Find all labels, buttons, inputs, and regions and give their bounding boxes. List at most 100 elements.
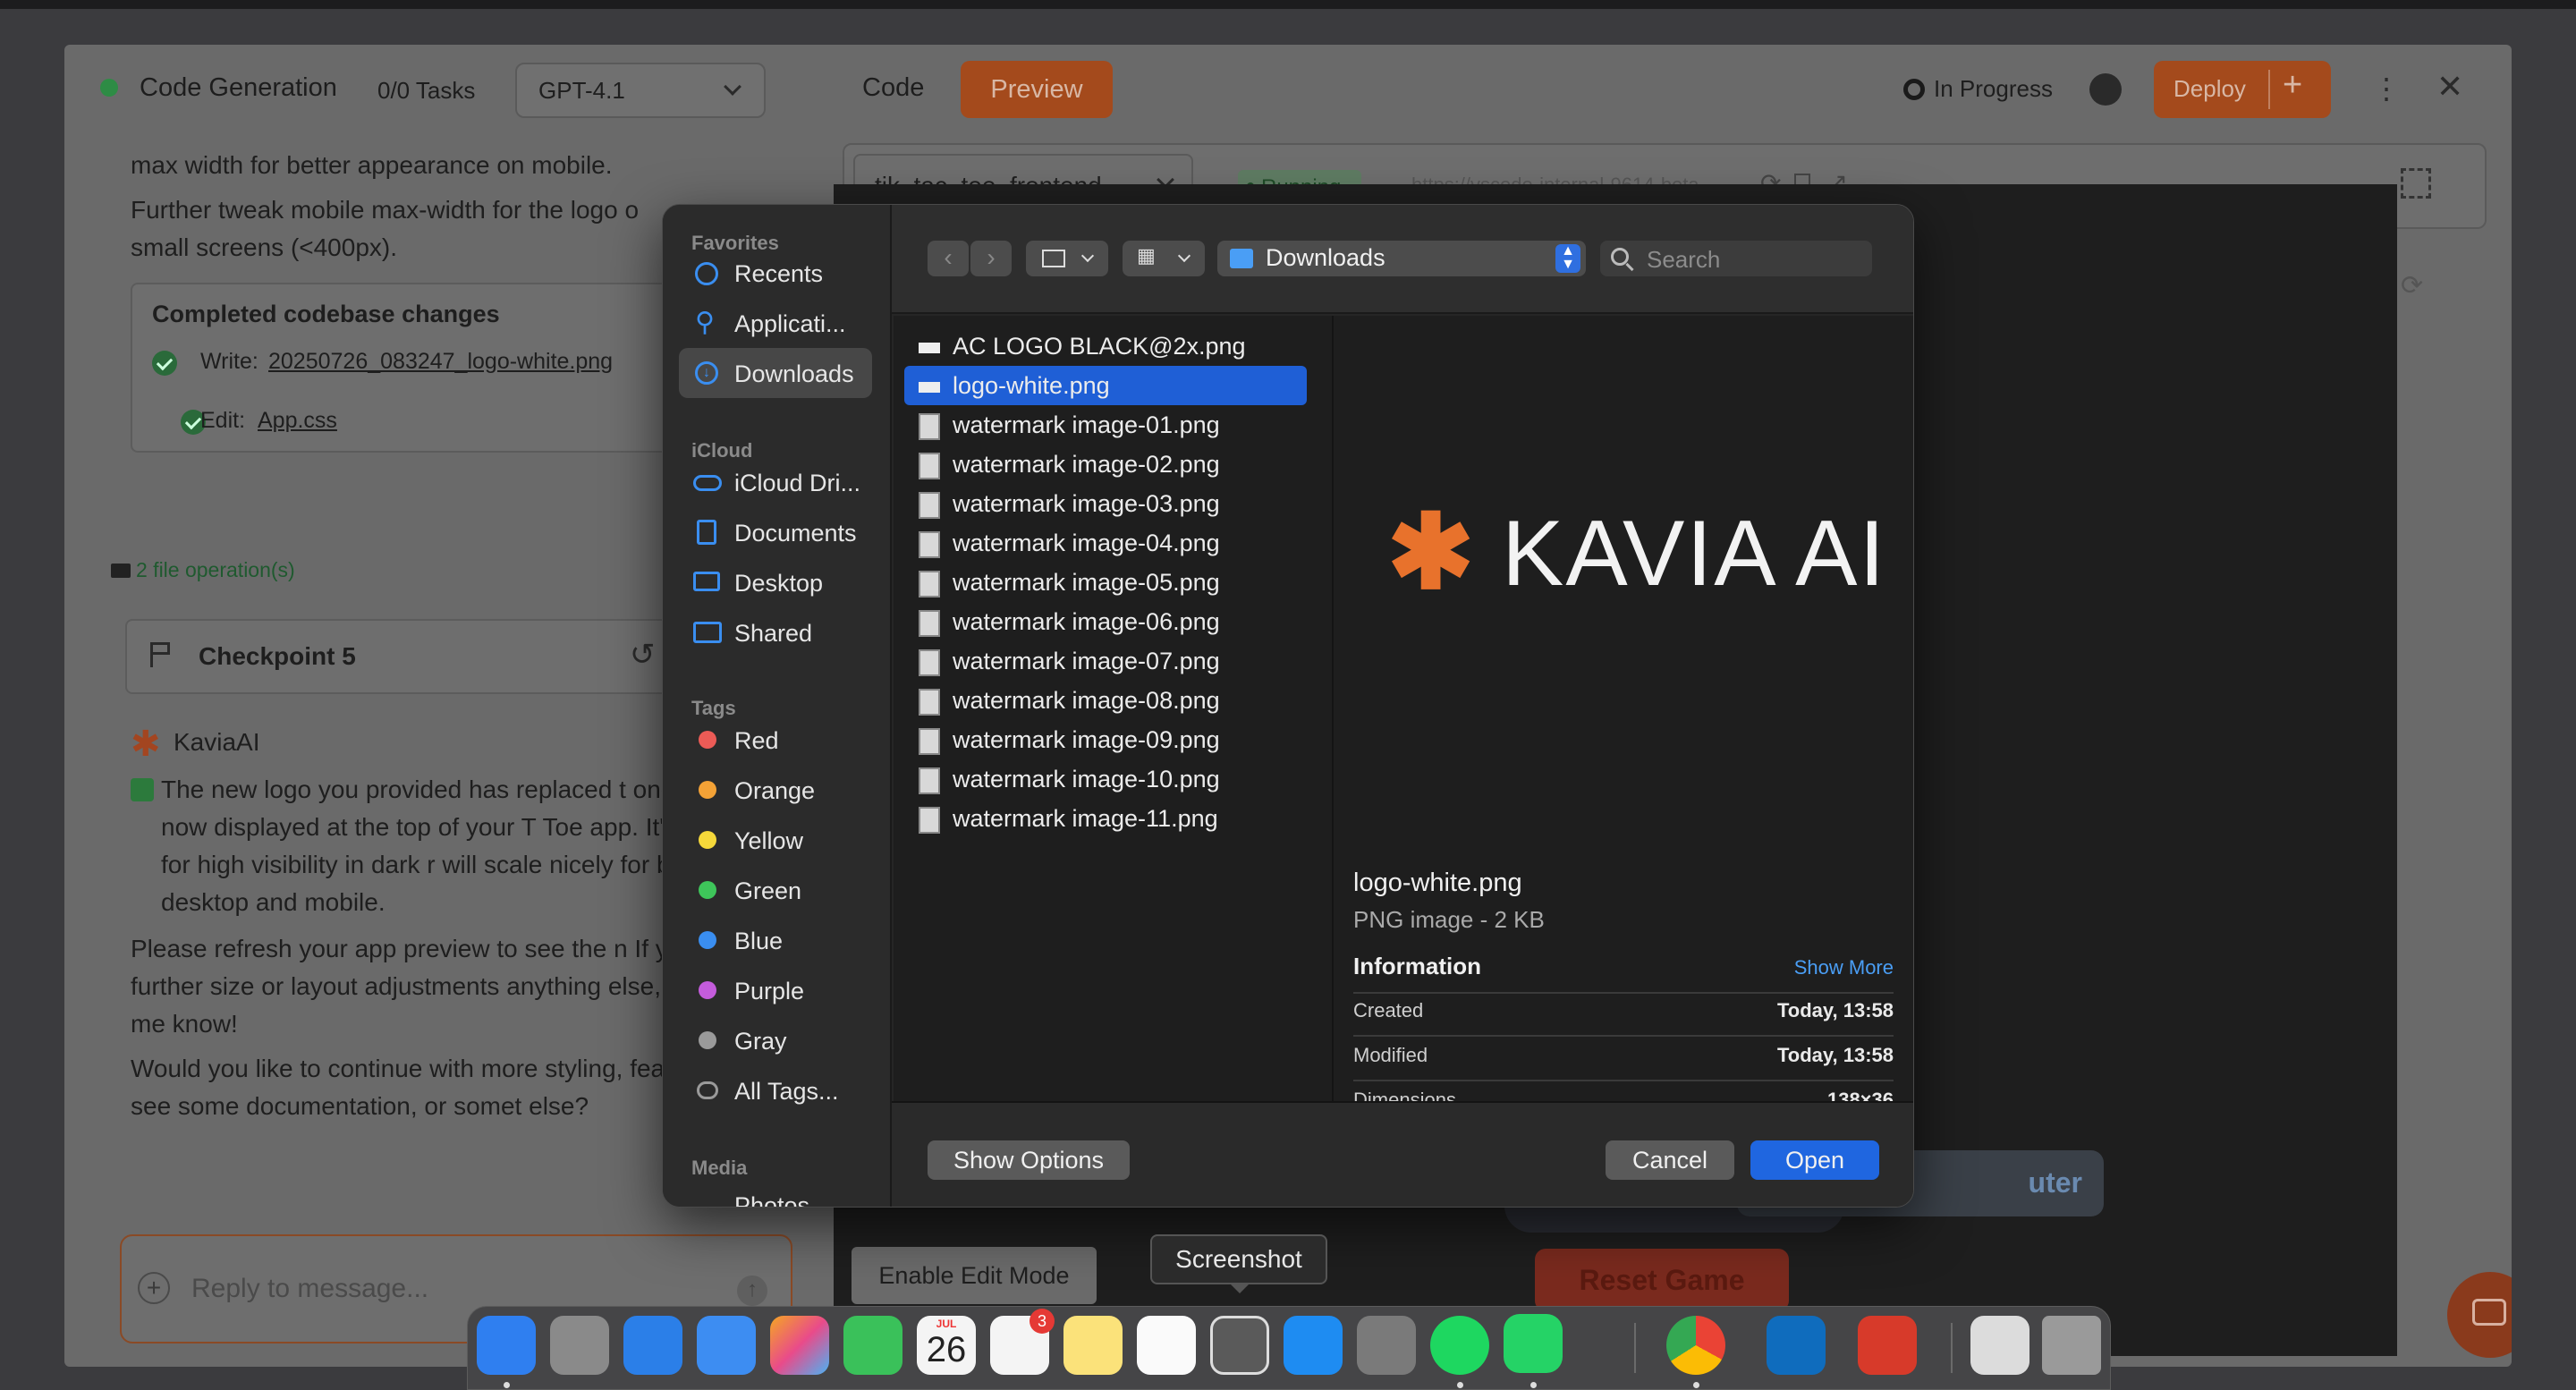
tag-label: All Tags... [734,1078,839,1105]
tag-dot-icon [699,981,716,999]
finder-icon[interactable] [477,1316,536,1375]
file-name: watermark image-06.png [953,608,1220,635]
reply-input[interactable]: Reply to message... [191,1274,428,1304]
dialog-footer: Show Options Cancel Open [892,1101,1913,1207]
reminders-icon[interactable]: 3 [990,1309,1055,1375]
screenshot-icon[interactable] [1210,1316,1269,1375]
file-row[interactable]: watermark image-09.png [904,720,1307,759]
back-button[interactable]: ‹ [928,241,969,276]
image-file-icon [919,491,940,519]
sidebar-item-downloads[interactable]: ↓ Downloads [679,348,872,398]
mail-icon[interactable] [697,1316,756,1375]
add-attachment-icon[interactable]: + [138,1272,170,1304]
show-options-button[interactable]: Show Options [928,1140,1130,1180]
sidebar-item-shared[interactable]: Shared [679,607,876,657]
tag-yellow[interactable]: Yellow [679,815,876,865]
pdf-app-icon[interactable] [1858,1316,1917,1375]
sidebar-item-icloud-drive[interactable]: iCloud Dri... [679,457,876,507]
more-vert-icon[interactable]: ⋮ [2372,72,2401,106]
image-file-icon [919,530,940,558]
file-row[interactable]: watermark image-08.png [904,681,1307,720]
whatsapp-icon[interactable] [1504,1314,1563,1373]
trash-icon[interactable] [2042,1316,2101,1375]
chat-line-1: max width for better appearance on mobil… [131,151,613,179]
enable-edit-mode-button[interactable]: Enable Edit Mode [852,1247,1097,1304]
view-columns-button[interactable] [1026,241,1108,276]
github-icon[interactable] [2089,73,2122,106]
author-name: KaviaAI [174,728,260,756]
close-icon[interactable]: ✕ [2436,68,2463,106]
tag-blue[interactable]: Blue [679,915,876,965]
file-row[interactable]: watermark image-04.png [904,523,1307,563]
facetime-icon[interactable] [843,1316,902,1375]
show-more-link[interactable]: Show More [1775,956,1894,979]
model-select[interactable]: GPT-4.1 [515,63,766,118]
file-list: AC LOGO BLACK@2x.png logo-white.png waterm… [894,316,1332,1101]
forward-button[interactable]: › [970,241,1012,276]
preview-file-name: logo-white.png [1353,869,1522,897]
info-divider [1353,1035,1894,1037]
image-file-icon [919,727,940,755]
downloads-stack-icon[interactable] [1970,1316,2029,1375]
search-field[interactable]: Search [1600,241,1872,276]
tag-orange[interactable]: Orange [679,765,876,815]
tag-purple[interactable]: Purple [679,965,876,1015]
file-row[interactable]: watermark image-01.png [904,405,1307,445]
refresh-icon[interactable]: ⟳ [2401,270,2423,301]
send-arrow-icon[interactable]: ↑ [737,1276,767,1306]
app-store-icon[interactable] [1284,1316,1343,1375]
launchpad-icon[interactable] [550,1316,609,1375]
running-indicator [1530,1382,1537,1388]
tag-dot-icon [699,1031,716,1049]
safari-icon[interactable] [623,1316,682,1375]
sidebar-item-desktop[interactable]: Desktop [679,557,876,607]
cancel-button[interactable]: Cancel [1606,1140,1734,1180]
chrome-icon[interactable] [1666,1316,1725,1375]
file-row[interactable]: watermark image-07.png [904,641,1307,681]
location-popup[interactable]: Downloads ▲ ▼ [1217,241,1586,276]
change-2-file-link[interactable]: App.css [258,408,337,434]
tag-red[interactable]: Red [679,715,876,765]
open-button[interactable]: Open [1750,1140,1879,1180]
outlook-icon[interactable] [1767,1316,1826,1375]
file-row[interactable]: watermark image-06.png [904,602,1307,641]
spotify-icon[interactable] [1430,1316,1489,1375]
file-name: watermark image-09.png [953,726,1220,753]
file-row[interactable]: watermark image-11.png [904,799,1307,838]
sidebar-item-documents[interactable]: Documents [679,507,876,557]
file-row[interactable]: logo-white.png [904,366,1307,405]
search-input[interactable]: Search [1647,246,1720,274]
restore-icon[interactable]: ↺ [630,637,656,673]
file-row[interactable]: watermark image-02.png [904,445,1307,484]
tab-code[interactable]: Code [862,73,924,103]
fullscreen-icon[interactable] [2401,168,2431,199]
reset-game-button[interactable]: Reset Game [1535,1249,1789,1311]
model-select-value: GPT-4.1 [538,77,625,104]
view-grid-button[interactable]: ▦ [1123,241,1205,276]
notes-icon[interactable] [1063,1316,1123,1375]
system-settings-icon[interactable] [1357,1316,1416,1375]
tag-dot-icon [699,731,716,749]
sidebar-item-recents[interactable]: Recents [679,248,876,298]
file-row[interactable]: watermark image-05.png [904,563,1307,602]
sidebar-item-photos[interactable]: Photos [734,1192,809,1207]
deploy-button[interactable]: Deploy + [2154,61,2331,118]
file-row[interactable]: AC LOGO BLACK@2x.png [904,326,1307,366]
file-row[interactable]: watermark image-10.png [904,759,1307,799]
sidebar-item-applications[interactable]: ⚲ Applicati... [679,298,876,348]
image-file-icon [919,452,940,479]
status-dot [100,79,118,97]
image-file-icon [919,342,940,353]
calendar-icon[interactable]: JUL 26 [917,1316,976,1375]
tag-green[interactable]: Green [679,865,876,915]
freeform-icon[interactable] [1137,1316,1196,1375]
tag-gray[interactable]: Gray [679,1015,876,1065]
all-tags[interactable]: All Tags... [679,1065,876,1115]
file-ops-link[interactable]: 2 file operation(s) [136,558,295,582]
tab-preview[interactable]: Preview [961,61,1113,118]
chevron-down-icon [724,78,741,96]
file-row[interactable]: watermark image-03.png [904,484,1307,523]
change-1-file-link[interactable]: 20250726_083247_logo-white.png [268,349,613,375]
running-indicator [1457,1382,1463,1388]
photos-icon[interactable] [770,1316,829,1375]
